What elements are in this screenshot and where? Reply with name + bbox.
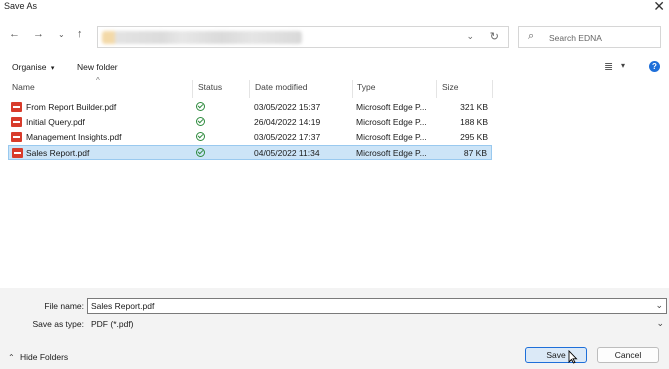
recent-locations-chevron-icon[interactable]: ⌄ [58, 30, 65, 39]
organise-chevron-icon: ▾ [50, 65, 55, 72]
file-size: 188 KB [460, 117, 488, 127]
chevron-down-icon[interactable]: ⌄ [656, 318, 664, 329]
file-name: From Report Builder.pdf [26, 102, 117, 112]
sync-status-icon [196, 148, 205, 157]
file-row[interactable]: Management Insights.pdf 03/05/2022 17:37… [8, 130, 492, 145]
cancel-button[interactable]: Cancel [597, 347, 659, 363]
file-date: 04/05/2022 11:34 [254, 148, 320, 158]
sync-status-icon [196, 117, 205, 126]
sync-status-icon [196, 132, 205, 141]
file-name: Sales Report.pdf [26, 148, 90, 158]
back-arrow-icon[interactable]: ← [9, 28, 20, 40]
search-placeholder: Search EDNA [549, 33, 602, 43]
new-folder-button[interactable]: New folder [77, 62, 118, 72]
mouse-cursor-icon [568, 350, 578, 364]
refresh-icon[interactable]: ↻ [490, 30, 499, 43]
file-type: Microsoft Edge P... [356, 148, 427, 158]
column-header-type[interactable]: Type [357, 82, 375, 96]
pdf-file-icon [12, 148, 23, 158]
file-date: 03/05/2022 15:37 [254, 102, 321, 112]
chevron-down-icon[interactable]: ⌄ [655, 300, 663, 311]
organise-button[interactable]: Organise ▾ [12, 62, 54, 72]
file-name-value: Sales Report.pdf [91, 301, 155, 311]
column-divider[interactable] [492, 80, 493, 98]
sync-status-icon [196, 102, 205, 111]
file-type: Microsoft Edge P... [356, 117, 427, 127]
file-size: 321 KB [460, 102, 488, 112]
save-as-type-value: PDF (*.pdf) [91, 319, 134, 329]
file-row-selected[interactable]: Sales Report.pdf 04/05/2022 11:34 Micros… [8, 145, 492, 160]
save-as-type-select[interactable]: PDF (*.pdf) ⌄ [87, 316, 667, 332]
file-size: 87 KB [463, 148, 487, 158]
pdf-file-icon [11, 132, 22, 142]
column-header-name[interactable]: Name [12, 82, 35, 96]
file-date: 03/05/2022 17:37 [254, 132, 321, 142]
navigation-bar: ← → ⌄ ↑ ⌄ ↻ ⌕ Search EDNA [0, 22, 669, 50]
pdf-file-icon [11, 102, 22, 112]
view-chevron-icon[interactable]: ▾ [621, 61, 625, 70]
address-dropdown-icon[interactable]: ⌄ [466, 31, 474, 42]
file-list[interactable]: ^ Name Status Date modified Type Size Fr… [0, 76, 669, 288]
file-name-label: File name: [44, 301, 84, 311]
up-arrow-icon[interactable]: ↑ [77, 28, 83, 40]
address-bar[interactable]: ⌄ ↻ [97, 26, 509, 48]
file-name: Initial Query.pdf [26, 117, 85, 127]
forward-arrow-icon[interactable]: → [33, 28, 44, 40]
sort-ascending-icon: ^ [96, 76, 100, 85]
file-type: Microsoft Edge P... [356, 132, 427, 142]
hide-folders-label: Hide Folders [20, 352, 69, 362]
file-row[interactable]: Initial Query.pdf 26/04/2022 14:19 Micro… [8, 115, 492, 130]
window-title: Save As [4, 1, 38, 11]
column-header-size[interactable]: Size [442, 82, 459, 96]
column-divider[interactable] [352, 80, 353, 98]
column-divider[interactable] [192, 80, 193, 98]
file-name-input[interactable]: Sales Report.pdf ⌄ [87, 298, 667, 314]
file-name: Management Insights.pdf [26, 132, 122, 142]
close-icon[interactable]: ✕ [653, 0, 665, 15]
file-row[interactable]: From Report Builder.pdf 03/05/2022 15:37… [8, 100, 492, 115]
title-bar: Save As ✕ [0, 0, 669, 14]
column-divider[interactable] [249, 80, 250, 98]
pdf-file-icon [11, 117, 22, 127]
view-menu-icon[interactable]: ≣ [604, 60, 613, 73]
file-date: 26/04/2022 14:19 [254, 117, 321, 127]
blurred-address-path [102, 31, 302, 44]
column-header-status[interactable]: Status [198, 82, 222, 96]
file-size: 295 KB [460, 132, 488, 142]
column-header-date-modified[interactable]: Date modified [255, 82, 307, 96]
file-type: Microsoft Edge P... [356, 102, 427, 112]
search-box[interactable]: ⌕ Search EDNA [518, 26, 661, 48]
organise-label: Organise [12, 62, 47, 72]
save-as-type-label: Save as type: [32, 319, 84, 329]
search-icon: ⌕ [528, 30, 535, 42]
chevron-up-icon: ⌃ [8, 353, 15, 362]
command-bar: Organise ▾ New folder ≣ ▾ ? [0, 58, 669, 76]
help-icon[interactable]: ? [649, 61, 660, 72]
column-divider[interactable] [436, 80, 437, 98]
